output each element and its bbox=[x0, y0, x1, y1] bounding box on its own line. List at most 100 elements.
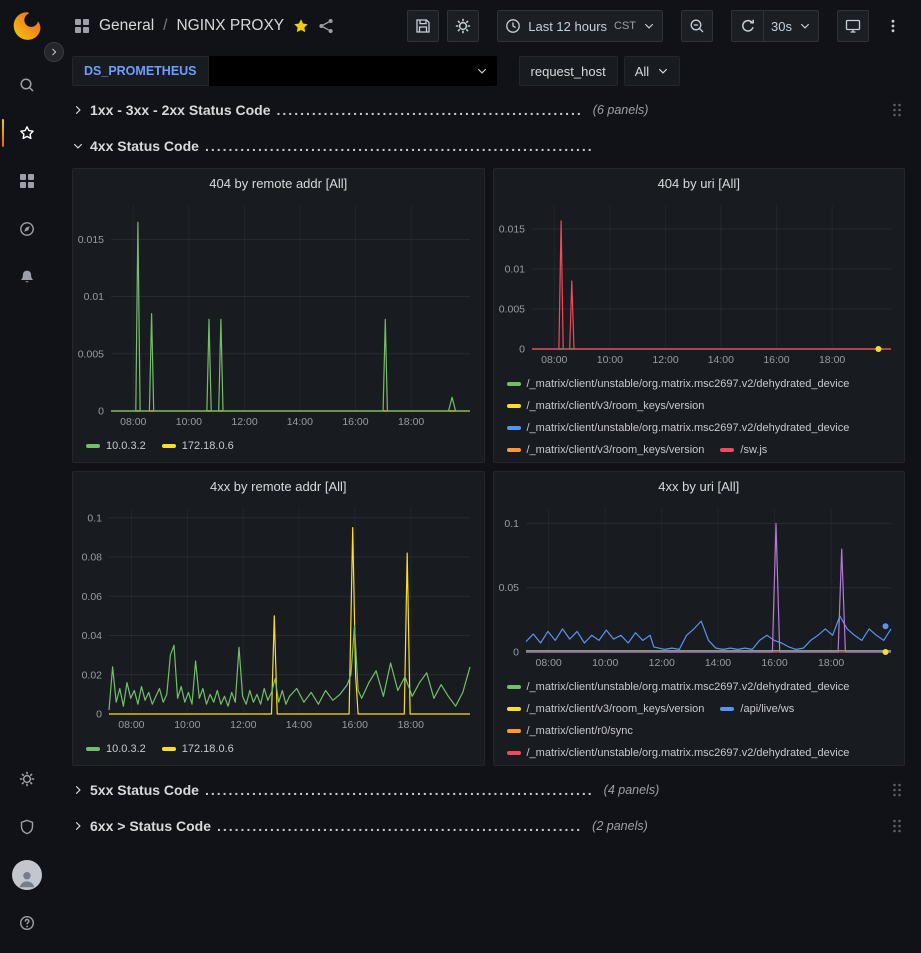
legend-item[interactable]: 172.18.0.6 bbox=[162, 435, 234, 457]
legend-swatch-icon bbox=[162, 444, 176, 448]
legend-item[interactable]: 10.0.3.2 bbox=[86, 435, 146, 457]
legend-label: /api/live/ws bbox=[740, 703, 794, 715]
datasource-variable-value-dropdown[interactable] bbox=[209, 56, 497, 86]
legend-item[interactable]: /_matrix/client/unstable/org.matrix.msc2… bbox=[507, 742, 850, 764]
legend-item[interactable]: 172.18.0.6 bbox=[162, 738, 234, 760]
row-drag-handle[interactable] bbox=[889, 102, 905, 118]
refresh-interval-dropdown[interactable]: 30s bbox=[763, 10, 819, 42]
chart-legend: /_matrix/client/unstable/org.matrix.msc2… bbox=[494, 367, 905, 462]
request-host-variable-dropdown[interactable]: All bbox=[624, 56, 680, 86]
legend-label: /_matrix/client/unstable/org.matrix.msc2… bbox=[527, 422, 850, 434]
panel-title[interactable]: 4xx by remote addr [All] bbox=[73, 472, 484, 500]
drag-dots-icon bbox=[889, 102, 905, 118]
sidebar-item-explore[interactable] bbox=[0, 205, 54, 253]
sidebar-item-configuration[interactable] bbox=[0, 755, 54, 803]
favorite-star-icon[interactable] bbox=[293, 18, 309, 34]
kebab-menu-icon bbox=[885, 18, 901, 34]
time-series-chart[interactable]: 08:0010:0012:0014:0016:0018:0000.020.040… bbox=[73, 500, 484, 732]
sidebar-item-search[interactable] bbox=[0, 61, 54, 109]
row-title-leader: ........................................… bbox=[277, 102, 583, 118]
svg-text:16:00: 16:00 bbox=[342, 719, 368, 731]
svg-text:12:00: 12:00 bbox=[231, 416, 257, 428]
sidebar-item-dashboards[interactable] bbox=[0, 157, 54, 205]
time-series-chart[interactable]: 08:0010:0012:0014:0016:0018:0000.050.1 bbox=[494, 500, 905, 670]
time-series-chart[interactable]: 08:0010:0012:0014:0016:0018:0000.0050.01… bbox=[73, 197, 484, 429]
panel-title[interactable]: 404 by uri [All] bbox=[494, 169, 905, 197]
row-drag-handle[interactable] bbox=[889, 782, 905, 798]
svg-text:0.01: 0.01 bbox=[84, 291, 105, 303]
legend-label: /_matrix/client/v3/room_keys/version bbox=[527, 444, 705, 456]
row-title-leader: ........................................… bbox=[205, 138, 594, 154]
grafana-logo-icon[interactable] bbox=[10, 9, 44, 43]
panel-grid: 404 by remote addr [All] 08:0010:0012:00… bbox=[72, 168, 905, 766]
row-title: 6xx > Status Code bbox=[90, 818, 211, 834]
gear-icon bbox=[19, 771, 35, 787]
legend-item[interactable]: /api/live/ws bbox=[720, 698, 794, 720]
svg-text:14:00: 14:00 bbox=[704, 657, 730, 669]
topbar: General / NGINX PROXY Last 12 hours CST … bbox=[54, 0, 921, 52]
time-range-picker[interactable]: Last 12 hours CST bbox=[497, 10, 663, 42]
dashboard-canvas: 1xx - 3xx - 2xx Status Code ............… bbox=[54, 92, 921, 953]
page-title[interactable]: NGINX PROXY bbox=[176, 17, 284, 35]
refresh-button[interactable] bbox=[731, 10, 763, 42]
tv-mode-button[interactable] bbox=[837, 10, 869, 42]
legend-swatch-icon bbox=[720, 448, 734, 452]
row-6xx[interactable]: 6xx > Status Code ......................… bbox=[72, 812, 905, 840]
row-panel-count: (2 panels) bbox=[592, 819, 648, 833]
row-1xx-3xx-2xx[interactable]: 1xx - 3xx - 2xx Status Code ............… bbox=[72, 96, 905, 124]
more-options-button[interactable] bbox=[877, 10, 909, 42]
sidebar-expand-button[interactable] bbox=[44, 42, 64, 62]
legend-item[interactable]: 10.0.3.2 bbox=[86, 738, 146, 760]
compass-icon bbox=[19, 221, 35, 237]
row-4xx[interactable]: 4xx Status Code ........................… bbox=[72, 132, 905, 160]
legend-item[interactable]: /_matrix/client/v3/room_keys/version bbox=[507, 439, 705, 461]
legend-label: /sw.js bbox=[740, 444, 767, 456]
sidebar-item-server-admin[interactable] bbox=[0, 803, 54, 851]
zoom-out-button[interactable] bbox=[681, 10, 713, 42]
panel-title[interactable]: 404 by remote addr [All] bbox=[73, 169, 484, 197]
save-dashboard-button[interactable] bbox=[407, 10, 439, 42]
legend-swatch-icon bbox=[507, 729, 521, 733]
chart-legend: /_matrix/client/unstable/org.matrix.msc2… bbox=[494, 670, 905, 765]
legend-item[interactable]: /sw.js bbox=[720, 439, 767, 461]
row-5xx[interactable]: 5xx Status Code ........................… bbox=[72, 776, 905, 804]
svg-text:10:00: 10:00 bbox=[174, 719, 200, 731]
drag-dots-icon bbox=[889, 782, 905, 798]
chevron-right-icon bbox=[49, 47, 59, 57]
sidebar-item-starred[interactable] bbox=[0, 109, 54, 157]
refresh-group: 30s bbox=[731, 10, 819, 42]
panel-title[interactable]: 4xx by uri [All] bbox=[494, 472, 905, 500]
legend-item[interactable]: /_matrix/client/unstable/org.matrix.msc2… bbox=[507, 676, 850, 698]
legend-item[interactable]: /_matrix/client/v3/room_keys/version bbox=[507, 395, 705, 417]
legend-label: /_matrix/client/v3/room_keys/version bbox=[527, 400, 705, 412]
time-range-label: Last 12 hours bbox=[528, 19, 607, 34]
datasource-variable-label[interactable]: DS_PROMETHEUS bbox=[72, 56, 209, 86]
svg-text:0.01: 0.01 bbox=[504, 264, 525, 276]
row-title: 1xx - 3xx - 2xx Status Code bbox=[90, 102, 271, 118]
svg-text:0.04: 0.04 bbox=[82, 630, 103, 642]
legend-label: 10.0.3.2 bbox=[106, 440, 146, 452]
legend-item[interactable]: /_matrix/client/unstable/org.matrix.msc2… bbox=[507, 417, 850, 439]
request-host-variable-label: request_host bbox=[519, 56, 618, 86]
breadcrumb-folder[interactable]: General bbox=[99, 17, 154, 35]
legend-item[interactable]: /_matrix/client/r0/sync bbox=[507, 720, 633, 742]
row-collapse-icon bbox=[72, 104, 90, 116]
sidebar-item-profile[interactable] bbox=[0, 851, 54, 899]
sidebar-item-alerting[interactable] bbox=[0, 253, 54, 301]
svg-text:0.08: 0.08 bbox=[82, 552, 103, 564]
share-icon[interactable] bbox=[318, 18, 334, 34]
sidebar-item-help[interactable] bbox=[0, 899, 54, 947]
svg-text:14:00: 14:00 bbox=[287, 416, 313, 428]
legend-item[interactable]: /_matrix/client/v3/room_keys/version bbox=[507, 698, 705, 720]
row-drag-handle[interactable] bbox=[889, 818, 905, 834]
row-title-leader: ........................................… bbox=[205, 782, 594, 798]
star-icon bbox=[19, 125, 35, 141]
legend-swatch-icon bbox=[720, 707, 734, 711]
time-series-chart[interactable]: 08:0010:0012:0014:0016:0018:0000.0050.01… bbox=[494, 197, 905, 367]
chart-legend: 10.0.3.2 172.18.0.6 bbox=[73, 429, 484, 462]
zoom-out-icon bbox=[689, 18, 705, 34]
clock-icon bbox=[505, 18, 521, 34]
legend-item[interactable]: /_matrix/client/unstable/org.matrix.msc2… bbox=[507, 373, 850, 395]
dashboard-settings-button[interactable] bbox=[447, 10, 479, 42]
legend-label: /_matrix/client/v3/room_keys/version bbox=[527, 703, 705, 715]
